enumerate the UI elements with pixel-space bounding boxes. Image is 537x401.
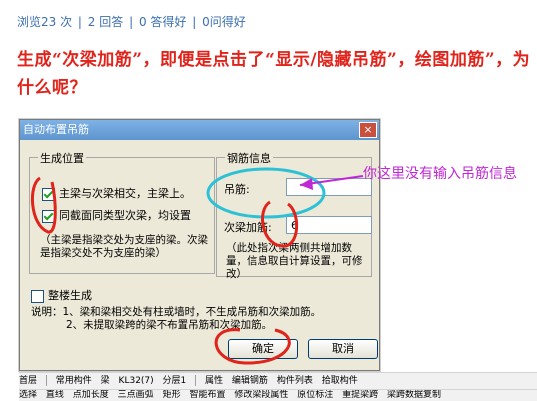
annotation-text: 你这里没有输入吊筋信息 — [363, 166, 517, 182]
hanger-label: 吊筋: — [224, 183, 250, 196]
edit-rebar-button[interactable]: 编辑钢筋 — [232, 373, 268, 389]
answers-link[interactable]: 2 回答 — [88, 15, 123, 29]
explain-line-2: 2、未提取梁跨的梁不布置吊筋和次梁加筋。 — [66, 319, 273, 331]
component-type-select[interactable]: 常用构件 — [56, 373, 92, 389]
component-list-button[interactable]: 构件列表 — [277, 373, 313, 389]
rebar-group-title: 钢筋信息 — [225, 150, 273, 166]
cancel-button[interactable]: 取消 — [308, 339, 378, 359]
toolbar-separator — [195, 375, 197, 386]
explain-line-1: 说明：1、梁和梁相交处有柱或墙时，不生成吊筋和次梁加筋。 — [31, 306, 322, 318]
beam-note: （主梁是指梁交处为支座的梁。次梁是指梁交处不为支座的梁） — [40, 234, 208, 259]
point-length-tool[interactable]: 点加长度 — [73, 390, 109, 401]
position-group-title: 生成位置 — [38, 150, 86, 166]
good-question-count: 0问得好 — [202, 15, 246, 29]
stats-sep: | — [77, 15, 82, 29]
layer-select[interactable]: 分层1 — [163, 373, 187, 389]
stats-sep: | — [129, 15, 134, 29]
three-point-arc-tool[interactable]: 三点画弧 — [118, 390, 154, 401]
dialog-titlebar: 自动布置吊筋 × — [20, 120, 379, 140]
good-answers-count: 0 答得好 — [138, 15, 187, 29]
auto-hanger-dialog: 自动布置吊筋 × 生成位置 主梁与次梁相交，主梁上。 同截面同类型次梁，均设置 … — [19, 119, 380, 371]
copy-span-data-tool[interactable]: 梁跨数据复制 — [387, 390, 441, 401]
checkbox-unchecked-icon — [31, 289, 44, 303]
same-section-checkbox[interactable]: 同截面同类型次梁，均设置 — [42, 207, 191, 223]
hanger-input[interactable] — [286, 178, 372, 196]
smart-layout-tool[interactable]: 智能布置 — [189, 390, 225, 401]
in-situ-label-tool[interactable]: 原位标注 — [297, 390, 333, 401]
properties-button[interactable]: 属性 — [205, 373, 223, 389]
select-tool[interactable]: 选择 — [19, 390, 37, 401]
pick-component-button[interactable]: 拾取构件 — [322, 373, 358, 389]
ok-button[interactable]: 确定 — [228, 339, 298, 359]
floor-select[interactable]: 首层 — [19, 373, 37, 389]
whole-floor-checkbox[interactable]: 整楼生成 — [31, 287, 92, 303]
stats-sep: | — [192, 15, 197, 29]
re-extract-span-tool[interactable]: 重提梁跨 — [342, 390, 378, 401]
toolbar-row-1: 首层 常用构件 梁 KL32(7) 分层1 属性 编辑钢筋 构件列表 拾取构件 — [19, 372, 537, 389]
dialog-title: 自动布置吊筋 — [23, 123, 89, 136]
rebar-note: （此处指次梁两侧共增加数量，信息取自计算设置，可修改） — [226, 242, 363, 280]
toolbar-separator — [45, 375, 47, 386]
rectangle-tool[interactable]: 矩形 — [163, 390, 181, 401]
checkbox-label: 整楼生成 — [48, 289, 92, 302]
secondary-rebar-label: 次梁加筋: — [224, 221, 272, 234]
question-stats: 浏览23 次 | 2 回答 | 0 答得好 | 0问得好 — [17, 13, 248, 30]
line-tool[interactable]: 直线 — [46, 390, 64, 401]
toolbar-row-2: 选择 直线 点加长度 三点画弧 矩形 智能布置 修改梁段属性 原位标注 重提梁跨… — [19, 389, 537, 401]
checkbox-label: 主梁与次梁相交，主梁上。 — [59, 187, 191, 200]
beam-id-select[interactable]: KL32(7) — [119, 373, 154, 389]
question-text: 生成“次梁加筋”，即便是点击了“显示/隐藏吊筋”，绘图加筋”，为什么呢？ — [17, 50, 531, 98]
checkbox-label: 同截面同类型次梁，均设置 — [59, 209, 191, 222]
beam-select[interactable]: 梁 — [101, 373, 110, 389]
checkbox-checked-icon — [42, 187, 55, 201]
modify-span-tool[interactable]: 修改梁段属性 — [234, 390, 288, 401]
close-icon[interactable]: × — [359, 122, 377, 138]
checkbox-checked-icon — [42, 209, 55, 223]
views-count: 浏览23 次 — [17, 15, 73, 29]
main-secondary-checkbox[interactable]: 主梁与次梁相交，主梁上。 — [42, 185, 191, 201]
secondary-rebar-input[interactable]: 6 — [286, 216, 372, 234]
